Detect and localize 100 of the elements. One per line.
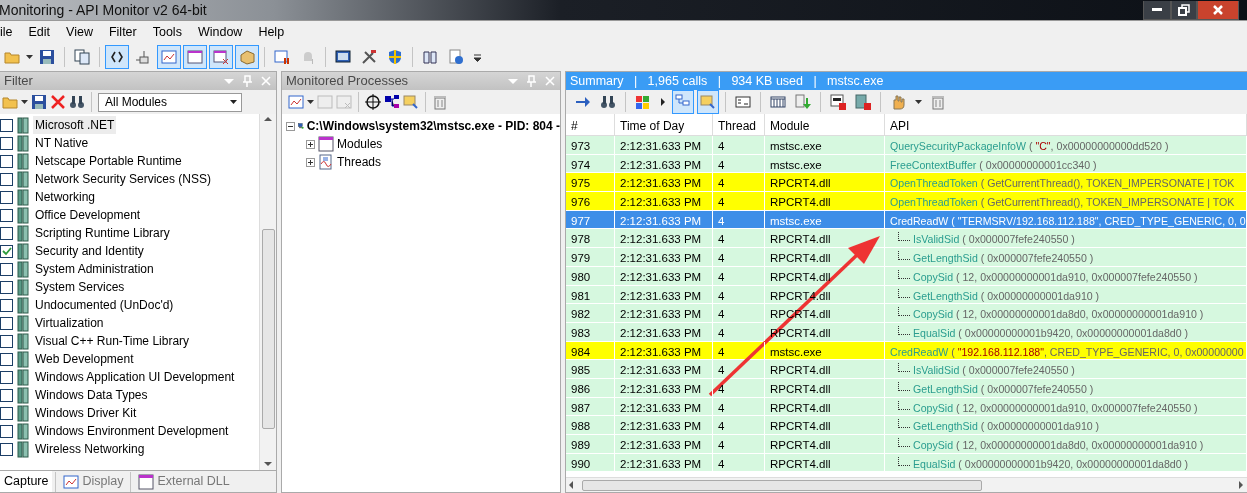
menu-item[interactable]: Edit (20, 22, 59, 42)
table-cell: 4 (713, 154, 765, 173)
checkbox[interactable] (0, 388, 13, 402)
tree-item[interactable]: Threads (337, 153, 382, 171)
note-icon (700, 94, 716, 110)
window-chart-icon[interactable] (288, 94, 304, 110)
module-category[interactable]: Office Development (33, 206, 143, 224)
tree-item[interactable]: C:\Windows\system32\mstsc.exe - PID: 804 - (306, 117, 560, 135)
checkbox[interactable] (0, 118, 13, 132)
api-call: GetLengthSid ( 0x00000000001da910 ) (913, 420, 1100, 433)
save-icon[interactable] (31, 94, 47, 110)
expander[interactable] (306, 139, 315, 149)
menu-item[interactable]: Help (250, 22, 293, 42)
module-category[interactable]: Windows Data Types (33, 386, 150, 404)
restore-icon (1178, 3, 1190, 16)
chevron-icon[interactable] (474, 53, 481, 62)
checkbox[interactable] (0, 370, 13, 384)
module-category[interactable]: System Administration (33, 260, 156, 278)
checkbox[interactable] (0, 172, 13, 186)
expander[interactable] (306, 157, 315, 167)
module-category[interactable]: Windows Driver Kit (33, 404, 139, 422)
checkbox[interactable] (0, 262, 13, 276)
table-row[interactable]: 976 2:12:31.633 PM 4 RPCRT4.dll OpenThreadToken ( GetCurrentThread(), TOKEN_IMPERSONATE | TOK (566, 192, 1247, 211)
module-category[interactable]: Windows Environment Development (33, 422, 231, 440)
minimize-button[interactable] (1143, 0, 1171, 20)
menu-item[interactable]: Tools (144, 22, 190, 42)
shield-icon (387, 49, 403, 65)
checkbox[interactable] (0, 226, 13, 240)
table-cell: 2:12:31.633 PM (615, 154, 713, 173)
checkbox[interactable] (0, 406, 13, 420)
checkbox[interactable] (0, 136, 13, 150)
checkbox[interactable] (0, 190, 13, 204)
panel-title: Monitored Processes (286, 72, 410, 91)
restore-button[interactable] (1171, 0, 1197, 20)
table-row[interactable]: 979 2:12:31.633 PM 4 RPCRT4.dll GetLengthSid ( 0x000007fefe240550 ) (566, 248, 1247, 267)
plus-icon (307, 140, 314, 148)
panel-tab[interactable]: Display (59, 471, 128, 492)
table-row[interactable]: 989 2:12:31.633 PM 4 RPCRT4.dll CopySid ( 12, 0x00000000001da8d0, 0x00000000001da910 ) (566, 435, 1247, 454)
table-row[interactable]: 988 2:12:31.633 PM 4 RPCRT4.dll GetLengthSid ( 0x00000000001da910 ) (566, 416, 1247, 435)
checkbox[interactable] (0, 316, 13, 330)
table-row[interactable]: 978 2:12:31.633 PM 4 RPCRT4.dll IsValidSid ( 0x000007fefe240550 ) (566, 229, 1247, 249)
menu-item[interactable]: Filter (100, 22, 145, 42)
module-select[interactable]: All Modules (98, 92, 242, 112)
checkbox[interactable] (0, 298, 13, 312)
tree-item[interactable]: Modules (337, 135, 383, 153)
binoculars-icon[interactable] (69, 94, 85, 110)
table-cell: 985 (566, 360, 615, 378)
module-category[interactable]: Web Development (33, 350, 136, 368)
plus-icon (307, 158, 314, 166)
note-icon[interactable] (403, 94, 419, 110)
module-category[interactable]: System Services (33, 278, 127, 296)
table-row[interactable]: 985 2:12:31.633 PM 4 RPCRT4.dll IsValidSid ( 0x000007fefe240550 ) (566, 360, 1247, 379)
menu-item[interactable]: ile (0, 22, 21, 42)
caret-icon[interactable] (21, 100, 28, 104)
checkbox[interactable] (0, 244, 13, 258)
caret-icon[interactable] (307, 100, 314, 104)
trash-icon (930, 94, 946, 110)
module-category[interactable]: Network Security Services (NSS) (33, 170, 214, 188)
close-button[interactable] (1197, 0, 1239, 20)
hierarchy-icon[interactable] (384, 94, 400, 110)
api-call: QuerySecurityPackageInfoW ( "C", 0x00000000000dd520 ) (890, 140, 1169, 152)
menu-item[interactable]: Window (189, 22, 251, 42)
table-row[interactable]: 973 2:12:31.633 PM 4 mstsc.exe QuerySecurityPackageInfoW ( "C", 0x00000000000dd520 ) (566, 136, 1247, 155)
table-cell: 2:12:31.633 PM (615, 397, 713, 416)
caret-icon[interactable] (26, 55, 33, 59)
panel-tab[interactable]: External DLL (134, 471, 234, 492)
horizontal-scrollbar[interactable] (566, 477, 1247, 492)
table-cell: 974 (566, 154, 615, 173)
tree-connector (898, 456, 910, 466)
module-category[interactable]: Windows Application UI Development (33, 368, 237, 386)
book-icon (17, 404, 29, 422)
checkbox[interactable] (0, 208, 13, 222)
table-row[interactable]: 975 2:12:31.633 PM 4 RPCRT4.dll OpenThreadToken ( GetCurrentThread(), TOKEN_IMPERSONATE | TOK (566, 173, 1247, 193)
module-category[interactable]: Netscape Portable Runtime (33, 152, 184, 170)
delete-icon[interactable] (50, 94, 66, 110)
module-category[interactable]: Scripting Runtime Library (33, 224, 172, 242)
module-category[interactable]: Virtualization (33, 314, 106, 332)
menu-item[interactable]: View (58, 22, 101, 42)
checkbox[interactable] (0, 424, 13, 438)
checkbox[interactable] (0, 334, 13, 348)
module-category[interactable]: Security and Identity (33, 242, 146, 260)
toolbar-button[interactable] (105, 45, 129, 69)
module-category[interactable]: Visual C++ Run-Time Library (33, 332, 192, 350)
module-category[interactable]: NT Native (33, 134, 91, 152)
scrollbar[interactable] (259, 114, 276, 470)
api-delete-icon (830, 94, 846, 110)
module-category[interactable]: Networking (33, 188, 98, 206)
checkbox[interactable] (0, 352, 13, 366)
expander[interactable] (286, 121, 295, 131)
checkbox[interactable] (0, 442, 13, 456)
crosshair-icon[interactable] (365, 94, 381, 110)
table-cell: 2:12:31.633 PM (615, 435, 713, 453)
checkbox[interactable] (0, 280, 13, 294)
module-category[interactable]: Microsoft .NET (33, 116, 117, 134)
panel-tab[interactable]: Capture (0, 471, 53, 492)
api-call: EqualSid ( 0x00000000001b9420, 0x00000000001da8d0 ) (913, 326, 1189, 339)
window-title: Monitoring - API Monitor v2 64-bit (0, 0, 207, 20)
module-category[interactable]: Undocumented (UnDoc'd) (33, 296, 176, 314)
checkbox[interactable] (0, 154, 13, 168)
module-category[interactable]: Wireless Networking (33, 440, 147, 458)
